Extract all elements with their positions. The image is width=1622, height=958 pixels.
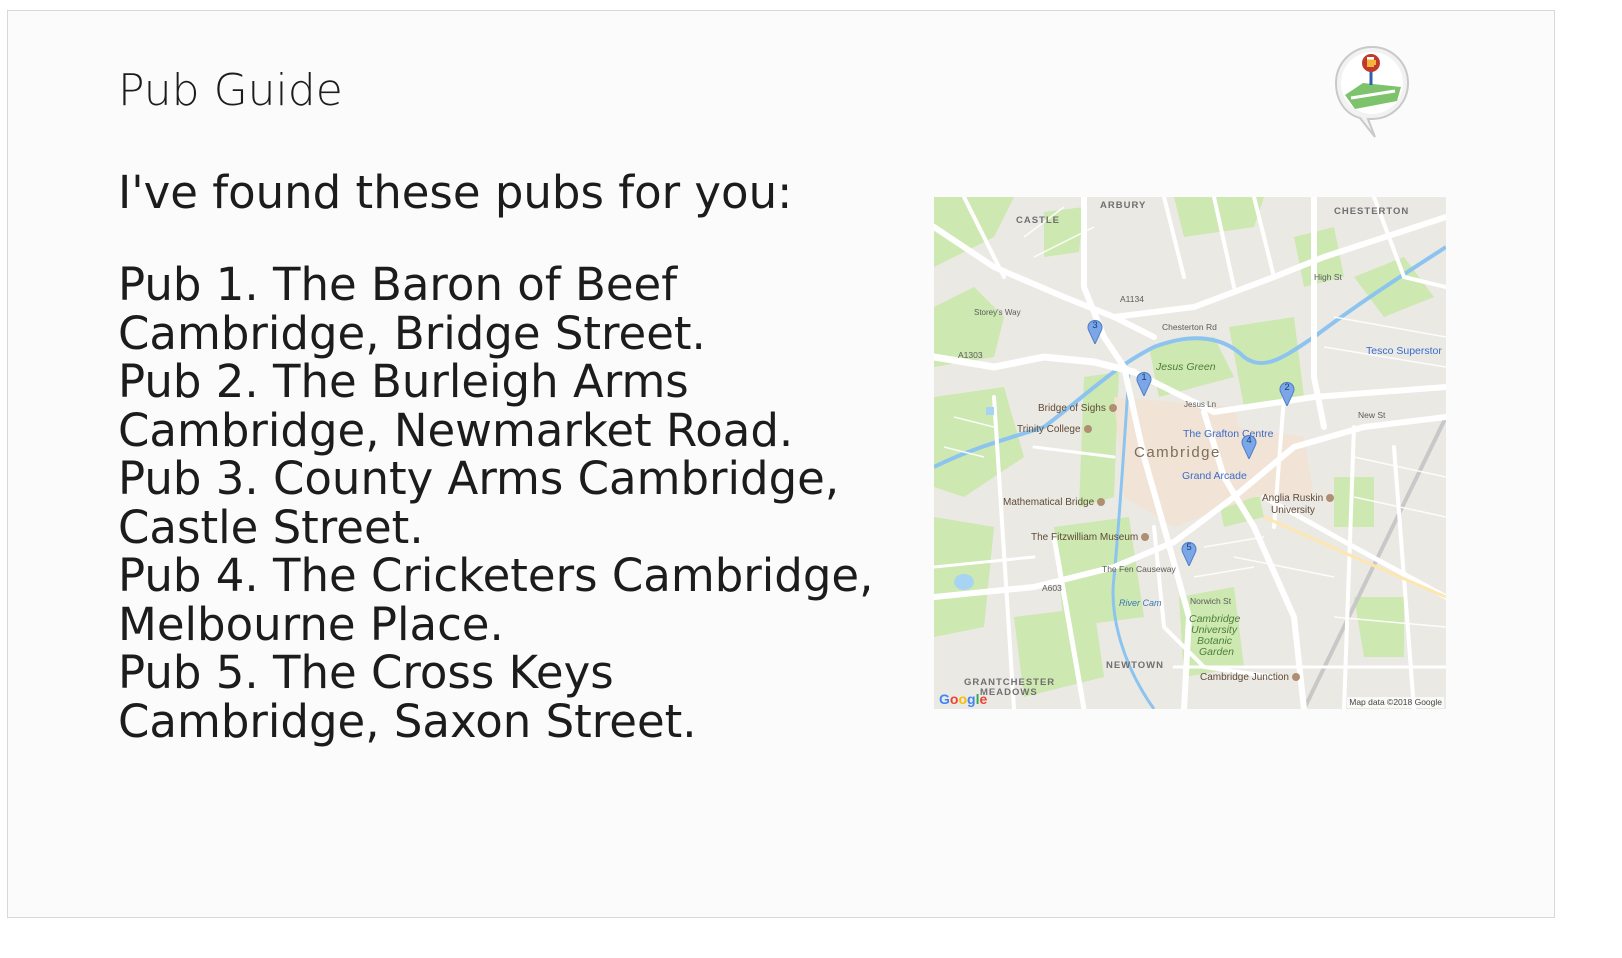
place-label[interactable]: Trinity College — [1017, 424, 1092, 436]
pub-map[interactable]: CASTLE ARBURY CHESTERTON NEWTOWN GRANTCH… — [934, 197, 1446, 709]
place-label[interactable]: The Fitzwilliam Museum — [1031, 532, 1149, 544]
pub-name: Pub 4. The Cricketers Cambridge, — [118, 549, 874, 602]
place-label[interactable]: Grand Arcade — [1182, 470, 1247, 482]
city-label: Cambridge — [1134, 444, 1221, 461]
pub-list: Pub 1. The Baron of Beef Cambridge, Brid… — [118, 258, 874, 748]
map-pin-5[interactable]: 5 — [1181, 540, 1197, 566]
pub-guide-map-pin-icon — [1334, 45, 1410, 138]
pub-name: Pub 5. The Cross Keys — [118, 646, 614, 699]
pin-number: 2 — [1284, 382, 1290, 393]
place-label[interactable]: Cambridge Junction — [1200, 672, 1300, 684]
place-label[interactable]: The Grafton Centre — [1183, 428, 1273, 440]
road-label: The Fen Causeway — [1102, 564, 1176, 574]
road-label: New St — [1358, 410, 1386, 420]
road-label: Norwich St — [1190, 596, 1232, 606]
map-pin-2[interactable]: 2 — [1279, 380, 1295, 406]
pub-location: Melbourne Place. — [118, 597, 504, 651]
google-logo[interactable]: Google — [939, 691, 987, 707]
area-label-newtown: NEWTOWN — [1106, 660, 1165, 671]
area-label-arbury: ARBURY — [1100, 200, 1147, 211]
pin-number: 3 — [1092, 320, 1098, 331]
road-label: River Cam — [1119, 598, 1162, 608]
place-label: Garden — [1199, 646, 1235, 658]
area-label-meadows: MEADOWS — [980, 687, 1038, 698]
list-item[interactable]: Pub 3. County Arms Cambridge, Castle Str… — [118, 452, 858, 554]
pub-location: Castle Street. — [118, 500, 424, 554]
map-pin-3[interactable]: 3 — [1087, 318, 1103, 344]
skill-title: Pub Guide — [118, 65, 343, 116]
pin-number: 5 — [1186, 542, 1192, 553]
list-item[interactable]: Pub 4. The Cricketers Cambridge, Melbour… — [118, 549, 874, 651]
place-label: Jesus Green — [1156, 361, 1216, 373]
pub-name: Pub 1. The Baron of Beef — [118, 258, 678, 311]
pub-location: Cambridge, Newmarket Road. — [118, 403, 794, 457]
place-label: University — [1271, 505, 1315, 516]
list-item[interactable]: Pub 1. The Baron of Beef Cambridge, Brid… — [118, 258, 858, 360]
list-item[interactable]: Pub 5. The Cross Keys Cambridge, Saxon S… — [118, 646, 858, 748]
place-label[interactable]: Bridge of Sighs — [1038, 403, 1117, 415]
road-label: High St — [1314, 272, 1342, 282]
place-label[interactable]: Anglia Ruskin — [1262, 493, 1334, 505]
pub-location: Cambridge, Bridge Street. — [118, 306, 706, 360]
pin-number: 1 — [1141, 372, 1147, 383]
list-item[interactable]: Pub 2. The Burleigh Arms Cambridge, Newm… — [118, 355, 858, 457]
pub-name: Pub 3. County Arms Cambridge, — [118, 452, 840, 505]
road-label: A1303 — [958, 350, 983, 360]
road-label: Chesterton Rd — [1162, 322, 1217, 332]
road-label: A1134 — [1120, 294, 1144, 304]
pub-location: Cambridge, Saxon Street. — [118, 694, 697, 748]
road-label: Jesus Ln — [1184, 400, 1217, 409]
road-label: A603 — [1042, 583, 1062, 593]
area-label-chesterton: CHESTERTON — [1334, 206, 1410, 217]
map-attribution[interactable]: Map data ©2018 Google — [1347, 697, 1444, 708]
road-label: Storey's Way — [974, 308, 1021, 317]
place-label[interactable]: Mathematical Bridge — [1003, 497, 1105, 509]
pub-name: Pub 2. The Burleigh Arms — [118, 355, 689, 408]
area-label-castle: CASTLE — [1016, 215, 1060, 226]
pin-number: 4 — [1246, 435, 1252, 446]
skill-card: Pub Guide I've found these pubs for you:… — [7, 10, 1555, 918]
map-pin-1[interactable]: 1 — [1136, 370, 1152, 396]
map-pin-4[interactable]: 4 — [1241, 433, 1257, 459]
place-label[interactable]: Tesco Superstor — [1366, 345, 1442, 357]
results-intro: I've found these pubs for you: — [118, 166, 793, 219]
